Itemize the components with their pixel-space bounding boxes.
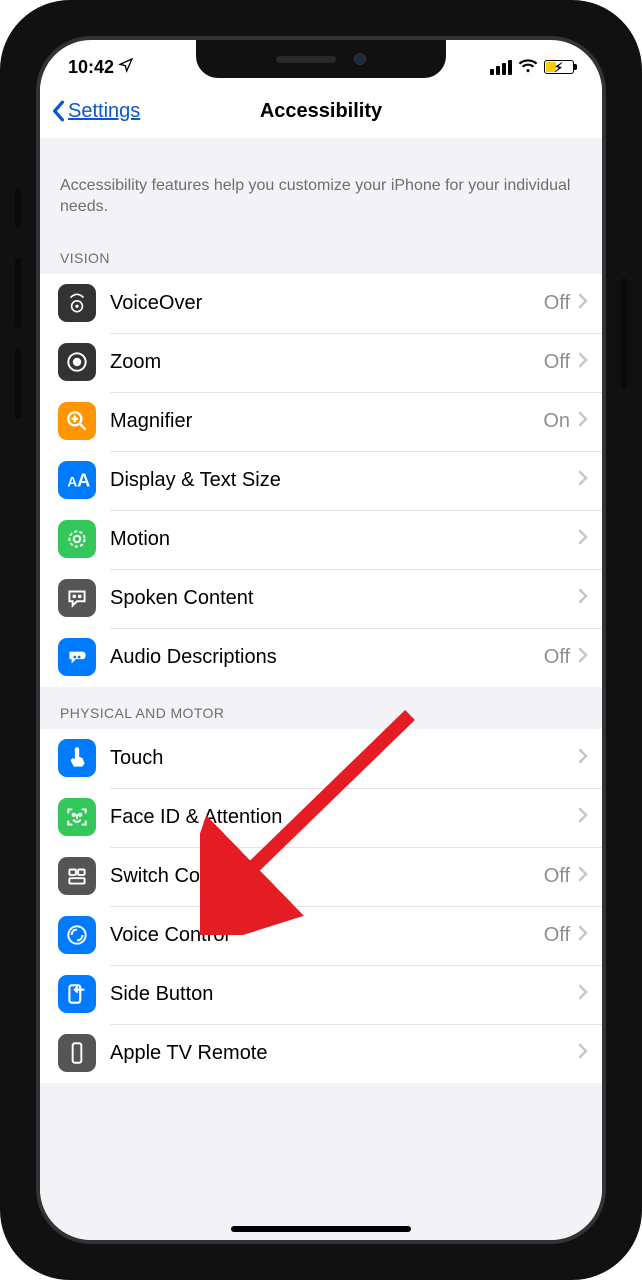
intro-text: Accessibility features help you customiz… bbox=[40, 138, 602, 232]
back-button[interactable]: Settings bbox=[50, 84, 140, 138]
row-label: Spoken Content bbox=[110, 587, 570, 610]
voiceover-icon bbox=[58, 284, 96, 322]
touch-icon bbox=[58, 739, 96, 777]
row-faceid[interactable]: Face ID & Attention bbox=[40, 788, 602, 847]
signal-icon bbox=[490, 60, 512, 75]
row-label: Switch Control bbox=[110, 865, 544, 888]
list-physical: Touch Face ID & Attention bbox=[40, 729, 602, 1083]
row-label: Zoom bbox=[110, 351, 544, 374]
chevron-right-icon bbox=[578, 470, 588, 491]
magnifier-icon bbox=[58, 402, 96, 440]
row-value: Off bbox=[544, 292, 570, 315]
section-header-physical: PHYSICAL AND MOTOR bbox=[40, 687, 602, 729]
row-label: Magnifier bbox=[110, 410, 543, 433]
side-button-vol-down bbox=[15, 348, 21, 418]
chevron-right-icon bbox=[578, 1043, 588, 1064]
camera bbox=[354, 53, 366, 65]
chevron-right-icon bbox=[578, 984, 588, 1005]
spoken-content-icon bbox=[58, 579, 96, 617]
row-value: On bbox=[543, 410, 570, 433]
side-button-vol-up bbox=[15, 258, 21, 328]
battery-icon: ⚡︎ bbox=[544, 60, 574, 74]
row-label: Voice Control bbox=[110, 924, 544, 947]
row-label: Apple TV Remote bbox=[110, 1042, 570, 1065]
chevron-right-icon bbox=[578, 866, 588, 887]
chevron-right-icon bbox=[578, 647, 588, 668]
chevron-right-icon bbox=[578, 293, 588, 314]
home-indicator[interactable] bbox=[231, 1226, 411, 1232]
row-label: Motion bbox=[110, 528, 570, 551]
voice-control-icon bbox=[58, 916, 96, 954]
chevron-right-icon bbox=[578, 529, 588, 550]
chevron-right-icon bbox=[578, 411, 588, 432]
chevron-right-icon bbox=[578, 807, 588, 828]
speaker bbox=[276, 56, 336, 63]
status-time: 10:42 bbox=[68, 57, 114, 78]
list-vision: VoiceOver Off Zoom Off bbox=[40, 274, 602, 687]
motion-icon bbox=[58, 520, 96, 558]
row-side-button[interactable]: Side Button bbox=[40, 965, 602, 1024]
notch bbox=[196, 40, 446, 78]
chevron-right-icon bbox=[578, 588, 588, 609]
screen: 10:42 ⚡︎ Settings Ac bbox=[36, 36, 606, 1244]
location-icon bbox=[118, 57, 134, 78]
row-label: Face ID & Attention bbox=[110, 806, 570, 829]
page-title: Accessibility bbox=[260, 100, 382, 123]
chevron-right-icon bbox=[578, 925, 588, 946]
row-label: Side Button bbox=[110, 983, 570, 1006]
back-label: Settings bbox=[68, 100, 140, 123]
row-value: Off bbox=[544, 351, 570, 374]
content[interactable]: Accessibility features help you customiz… bbox=[40, 138, 602, 1240]
row-spoken-content[interactable]: Spoken Content bbox=[40, 569, 602, 628]
nav-bar: Settings Accessibility bbox=[40, 84, 602, 138]
row-value: Off bbox=[544, 865, 570, 888]
row-zoom[interactable]: Zoom Off bbox=[40, 333, 602, 392]
faceid-icon bbox=[58, 798, 96, 836]
text-size-icon: AA bbox=[58, 461, 96, 499]
row-switch-control[interactable]: Switch Control Off bbox=[40, 847, 602, 906]
row-label: VoiceOver bbox=[110, 292, 544, 315]
side-button-power bbox=[621, 278, 627, 388]
row-audio-descriptions[interactable]: Audio Descriptions Off bbox=[40, 628, 602, 687]
chevron-left-icon bbox=[50, 100, 66, 122]
audio-descriptions-icon bbox=[58, 638, 96, 676]
row-touch[interactable]: Touch bbox=[40, 729, 602, 788]
side-button-icon bbox=[58, 975, 96, 1013]
section-header-vision: VISION bbox=[40, 232, 602, 274]
row-label: Audio Descriptions bbox=[110, 646, 544, 669]
row-apple-tv-remote[interactable]: Apple TV Remote bbox=[40, 1024, 602, 1083]
switch-control-icon bbox=[58, 857, 96, 895]
row-voice-control[interactable]: Voice Control Off bbox=[40, 906, 602, 965]
side-button-mute bbox=[15, 188, 21, 228]
chevron-right-icon bbox=[578, 748, 588, 769]
phone-frame: 10:42 ⚡︎ Settings Ac bbox=[0, 0, 642, 1280]
row-motion[interactable]: Motion bbox=[40, 510, 602, 569]
wifi-icon bbox=[518, 57, 538, 78]
row-display-text-size[interactable]: AA Display & Text Size bbox=[40, 451, 602, 510]
zoom-icon bbox=[58, 343, 96, 381]
row-value: Off bbox=[544, 924, 570, 947]
row-label: Touch bbox=[110, 747, 570, 770]
row-value: Off bbox=[544, 646, 570, 669]
chevron-right-icon bbox=[578, 352, 588, 373]
apple-tv-remote-icon bbox=[58, 1034, 96, 1072]
row-magnifier[interactable]: Magnifier On bbox=[40, 392, 602, 451]
row-label: Display & Text Size bbox=[110, 469, 570, 492]
row-voiceover[interactable]: VoiceOver Off bbox=[40, 274, 602, 333]
svg-text:A: A bbox=[77, 470, 90, 491]
svg-text:A: A bbox=[67, 474, 77, 490]
